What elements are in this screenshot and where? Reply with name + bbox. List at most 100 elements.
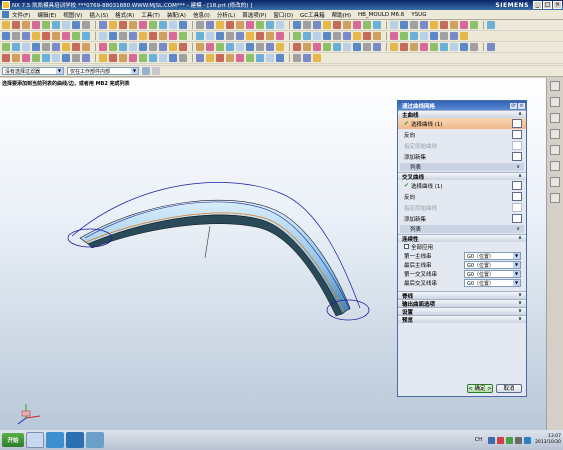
toolbar-button-icon[interactable] <box>410 21 418 29</box>
toolbar-button-icon[interactable] <box>196 32 204 40</box>
menu-assembly[interactable]: 装配(A) <box>167 11 186 19</box>
reverse-direction-icon[interactable] <box>512 192 522 201</box>
toolbar-button-icon[interactable] <box>390 32 398 40</box>
toolbar-button-icon[interactable] <box>179 21 187 29</box>
toolbar-button-icon[interactable] <box>52 32 60 40</box>
close-button[interactable]: × <box>553 1 562 9</box>
toolbar-button-icon[interactable] <box>149 32 157 40</box>
primary-reverse-row[interactable]: 反向 <box>398 129 526 140</box>
toolbar-button-icon[interactable] <box>460 21 468 29</box>
toolbar-button-icon[interactable] <box>487 43 495 51</box>
toolbar-button-icon[interactable] <box>42 43 50 51</box>
toolbar-button-icon[interactable] <box>293 21 301 29</box>
toolbar-button-icon[interactable] <box>460 32 468 40</box>
toolbar-button-icon[interactable] <box>196 54 204 62</box>
reset-button[interactable]: ⟳ <box>510 102 517 109</box>
toolbar-button-icon[interactable] <box>139 21 147 29</box>
menu-ysug[interactable]: YSUG <box>411 12 426 18</box>
toolbar-button-icon[interactable] <box>333 21 341 29</box>
menu-edit[interactable]: 编辑(E) <box>37 11 56 19</box>
toolbar-button-icon[interactable] <box>470 43 478 51</box>
toolbar-button-icon[interactable] <box>206 21 214 29</box>
toolbar-button-icon[interactable] <box>390 21 398 29</box>
toolbar-button-icon[interactable] <box>450 21 458 29</box>
toolbar-button-icon[interactable] <box>2 54 10 62</box>
toolbar-button-icon[interactable] <box>373 32 381 40</box>
cross-curves-header[interactable]: 交叉曲线 ∧ <box>398 172 526 181</box>
toolbar-button-icon[interactable] <box>52 43 60 51</box>
menu-analysis[interactable]: 分析(L) <box>217 11 235 19</box>
media-task-icon[interactable] <box>66 432 84 448</box>
toolbar-button-icon[interactable] <box>353 21 361 29</box>
toolbar-button-icon[interactable] <box>410 43 418 51</box>
toolbar-button-icon[interactable] <box>139 54 147 62</box>
checkbox-box[interactable] <box>404 244 409 249</box>
toolbar-button-icon[interactable] <box>22 32 30 40</box>
cross-reverse-row[interactable]: 反向 <box>398 191 526 202</box>
toolbar-button-icon[interactable] <box>72 43 80 51</box>
toolbar-button-icon[interactable] <box>82 32 90 40</box>
toolbar-button-icon[interactable] <box>99 54 107 62</box>
toolbar-button-icon[interactable] <box>450 43 458 51</box>
toolbar-button-icon[interactable] <box>149 43 157 51</box>
toolbar-button-icon[interactable] <box>109 43 117 51</box>
toolbar-button-icon[interactable] <box>42 32 50 40</box>
toolbar-button-icon[interactable] <box>109 54 117 62</box>
toolbar-button-icon[interactable] <box>159 43 167 51</box>
toolbar-button-icon[interactable] <box>266 32 274 40</box>
toolbar-button-icon[interactable] <box>169 43 177 51</box>
toolbar-button-icon[interactable] <box>82 43 90 51</box>
toolbar-button-icon[interactable] <box>266 43 274 51</box>
start-button[interactable]: 开始 <box>2 433 24 447</box>
toolbar-button-icon[interactable] <box>236 21 244 29</box>
add-set-icon[interactable] <box>512 214 522 223</box>
toolbar-button-icon[interactable] <box>129 54 137 62</box>
toolbar-button-icon[interactable] <box>256 21 264 29</box>
menu-tools[interactable]: 工具(T) <box>141 11 160 19</box>
toolbar-button-icon[interactable] <box>32 21 40 29</box>
toolbar-button-icon[interactable] <box>149 21 157 29</box>
toolbar-button-icon[interactable] <box>52 54 60 62</box>
toolbar-button-icon[interactable] <box>333 43 341 51</box>
toolbar-button-icon[interactable] <box>32 43 40 51</box>
toolbar-button-icon[interactable] <box>42 21 50 29</box>
toolbar-button-icon[interactable] <box>216 21 224 29</box>
toolbar-button-icon[interactable] <box>246 21 254 29</box>
toolbar-button-icon[interactable] <box>139 43 147 51</box>
toolbar-button-icon[interactable] <box>430 43 438 51</box>
toolbar-button-icon[interactable] <box>206 43 214 51</box>
web-browser-icon[interactable] <box>550 145 560 155</box>
toolbar-button-icon[interactable] <box>390 43 398 51</box>
toolbar-button-icon[interactable] <box>440 43 448 51</box>
toolbar-button-icon[interactable] <box>226 54 234 62</box>
toolbar-button-icon[interactable] <box>363 43 371 51</box>
toolbar-button-icon[interactable] <box>313 21 321 29</box>
toolbar-button-icon[interactable] <box>159 21 167 29</box>
toolbar-button-icon[interactable] <box>460 43 468 51</box>
toolbar-button-icon[interactable] <box>420 32 428 40</box>
toolbar-button-icon[interactable] <box>62 21 70 29</box>
roles-icon[interactable] <box>550 193 560 203</box>
reverse-direction-icon[interactable] <box>512 130 522 139</box>
toolbar-button-icon[interactable] <box>343 21 351 29</box>
tray-icon[interactable] <box>506 436 514 444</box>
toolbar-button-icon[interactable] <box>440 32 448 40</box>
toolbar-button-icon[interactable] <box>159 54 167 62</box>
continuity-select[interactable]: G0（位置） ▼ <box>464 279 521 287</box>
toolbar-button-icon[interactable] <box>62 54 70 62</box>
cross-list-toggle[interactable]: 列表 ∨ <box>400 225 524 233</box>
dialog-title-bar[interactable]: 通过曲线网格 ⟳ × <box>398 101 526 110</box>
continuity-header[interactable]: 连续性 ∧ <box>398 234 526 243</box>
toolbar-button-icon[interactable] <box>470 21 478 29</box>
toolbar-button-icon[interactable] <box>109 32 117 40</box>
toolbar-button-icon[interactable] <box>420 43 428 51</box>
toolbar-button-icon[interactable] <box>373 43 381 51</box>
clock[interactable]: 13:07 2013/10/30 <box>535 434 561 446</box>
assembly-navigator-icon[interactable] <box>550 81 560 91</box>
toolbar-button-icon[interactable] <box>226 43 234 51</box>
browser-task-icon[interactable] <box>46 432 64 448</box>
toolbar-button-icon[interactable] <box>32 54 40 62</box>
add-set-icon[interactable] <box>512 152 522 161</box>
toolbar-button-icon[interactable] <box>82 54 90 62</box>
primary-select-curve-row[interactable]: ✔ 选择曲线 (1) <box>398 118 526 129</box>
